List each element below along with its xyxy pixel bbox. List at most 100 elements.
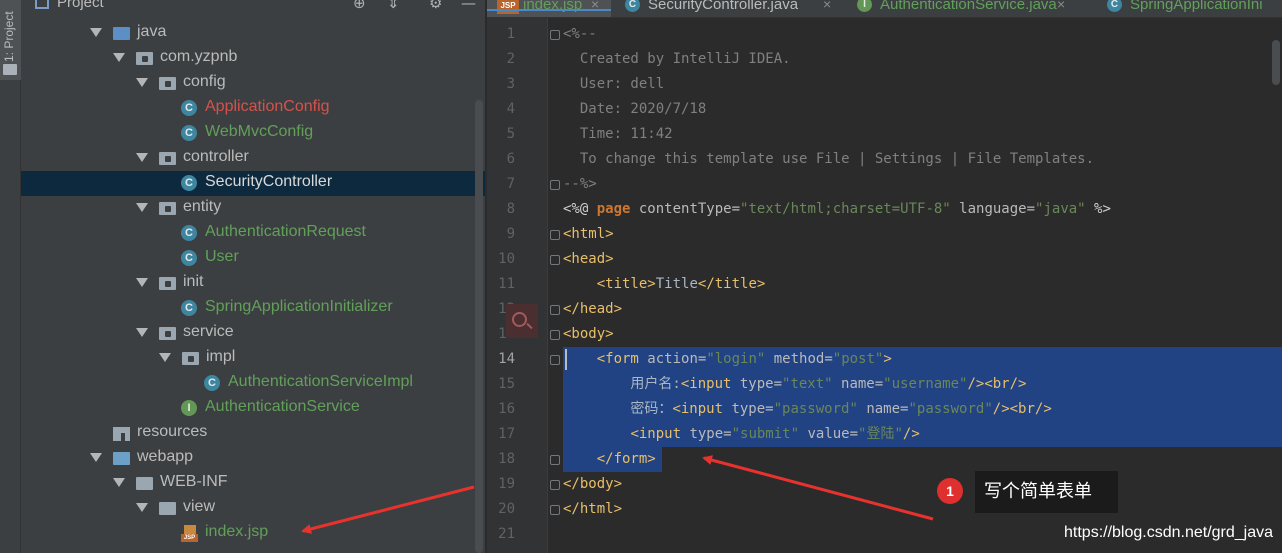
tree-item[interactable]: C SecurityController — [21, 171, 485, 196]
close-tab-icon[interactable]: × — [823, 0, 831, 12]
tree-item[interactable]: init — [21, 271, 485, 296]
code-line[interactable]: <%-- — [563, 22, 597, 47]
tree-item[interactable]: impl — [21, 346, 485, 371]
tree-item[interactable]: config — [21, 71, 485, 96]
code-token: "login" — [706, 351, 766, 367]
tree-item[interactable]: webapp — [21, 446, 485, 471]
expand-arrow-icon[interactable] — [136, 153, 148, 162]
tree-item[interactable]: java — [21, 21, 485, 46]
code-line[interactable]: User: dell — [563, 72, 664, 97]
expand-arrow-icon[interactable] — [90, 453, 102, 462]
code-line[interactable]: 密码：<input type="password" name="password… — [563, 397, 1051, 422]
editor-tab[interactable]: C SpringApplicationIni — [1097, 0, 1282, 17]
expand-arrow-icon[interactable] — [136, 503, 148, 512]
class-icon: C — [181, 225, 197, 241]
expand-arrow-icon[interactable] — [90, 28, 102, 37]
code-token: <input — [680, 376, 732, 392]
code-line[interactable]: <input type="submit" value="登陆"/> — [563, 422, 920, 447]
tree-item[interactable]: JSP index.jsp — [21, 521, 485, 546]
code-token: /> — [902, 426, 920, 442]
tree-item[interactable]: C AuthenticationServiceImpl — [21, 371, 485, 396]
editor-tab[interactable]: I AuthenticationService.java × — [847, 0, 1077, 17]
tree-item[interactable]: I AuthenticationService — [21, 396, 485, 421]
code-line[interactable]: Time: 11:42 — [563, 122, 673, 147]
code-token: "username" — [883, 376, 968, 392]
tree-item[interactable]: C AuthenticationRequest — [21, 221, 485, 246]
tree-item[interactable]: C ApplicationConfig — [21, 96, 485, 121]
tree-item-label: impl — [206, 348, 236, 365]
fold-marker-icon[interactable] — [550, 505, 560, 515]
tree-item[interactable]: C User — [21, 246, 485, 271]
tree-item[interactable]: C SpringApplicationInitializer — [21, 296, 485, 321]
search-lens-icon[interactable] — [506, 304, 538, 338]
code-line[interactable]: 用户名:<input type="text" name="username"/>… — [563, 372, 1026, 397]
code-token: Title — [655, 276, 698, 292]
class-icon: C — [181, 125, 197, 141]
line-number: 11 — [498, 276, 515, 292]
fold-marker-icon[interactable] — [550, 255, 560, 265]
project-scrollbar[interactable] — [475, 100, 483, 553]
editor-tab[interactable]: C SecurityController.java × — [615, 0, 843, 17]
code-line[interactable]: <body> — [563, 322, 614, 347]
fold-marker-icon[interactable] — [550, 30, 560, 40]
tree-item-label: resources — [137, 423, 208, 440]
tree-item[interactable]: WEB-INF — [21, 471, 485, 496]
expand-arrow-icon[interactable] — [136, 78, 148, 87]
editor-scrollbar[interactable] — [1272, 40, 1280, 85]
tree-item[interactable]: entity — [21, 196, 485, 221]
expand-arrow-icon[interactable] — [159, 353, 171, 362]
tree-item-label: SecurityController — [205, 173, 333, 190]
fold-marker-icon[interactable] — [550, 455, 560, 465]
resources-folder-icon — [113, 427, 130, 441]
tree-item[interactable]: resources — [21, 421, 485, 446]
code-line[interactable]: </form> — [563, 447, 656, 472]
code-token: action= — [638, 351, 707, 367]
editor-tab-bar: JSP index.jsp × C SecurityController.java × I A… — [487, 0, 1282, 18]
line-number: 7 — [506, 176, 515, 192]
line-number: 1 — [506, 26, 515, 42]
expand-arrow-icon[interactable] — [113, 53, 125, 62]
project-panel-title[interactable]: Project — [57, 0, 104, 11]
settings-icon[interactable]: ⚙ — [429, 0, 442, 12]
code-line[interactable]: </head> — [563, 297, 622, 322]
close-tab-icon[interactable]: × — [1057, 0, 1065, 12]
locate-icon[interactable]: ⊕ — [353, 0, 366, 12]
tree-item-label: AuthenticationServiceImpl — [228, 373, 413, 390]
tree-item[interactable]: controller — [21, 146, 485, 171]
fold-marker-icon[interactable] — [550, 355, 560, 365]
interface-icon: I — [857, 0, 872, 12]
project-tool-tab[interactable]: 1: Project — [0, 0, 21, 80]
expand-arrow-icon[interactable] — [136, 203, 148, 212]
code-token: --%> — [563, 176, 597, 192]
line-number: 19 — [498, 476, 515, 492]
project-panel: Project ⊕ ⇕ ⚙ — java com.yzpnb config C Appl… — [21, 0, 485, 553]
expand-arrow-icon[interactable] — [136, 328, 148, 337]
code-line[interactable]: </body> — [563, 472, 622, 497]
tree-item[interactable]: com.yzpnb — [21, 46, 485, 71]
code-line[interactable]: Created by IntelliJ IDEA. — [563, 47, 791, 72]
fold-marker-icon[interactable] — [550, 230, 560, 240]
code-line[interactable]: <title>Title</title> — [563, 272, 766, 297]
fold-marker-icon[interactable] — [550, 180, 560, 190]
tree-item[interactable]: view — [21, 496, 485, 521]
annotation-note: 写个简单表单 — [975, 471, 1118, 513]
code-token: type= — [723, 401, 774, 417]
expand-arrow-icon[interactable] — [113, 478, 125, 487]
hide-icon[interactable]: — — [461, 0, 476, 12]
tree-item[interactable]: C WebMvcConfig — [21, 121, 485, 146]
expand-arrow-icon[interactable] — [136, 278, 148, 287]
code-line[interactable]: To change this template use File | Setti… — [563, 147, 1094, 172]
line-number: 15 — [498, 376, 515, 392]
code-line[interactable]: <html> — [563, 222, 614, 247]
code-line[interactable]: </html> — [563, 497, 622, 522]
fold-marker-icon[interactable] — [550, 305, 560, 315]
code-line[interactable]: <%@ page contentType="text/html;charset=… — [563, 197, 1111, 222]
code-line[interactable]: --%> — [563, 172, 597, 197]
tree-item[interactable]: service — [21, 321, 485, 346]
fold-marker-icon[interactable] — [550, 330, 560, 340]
code-line[interactable]: <form action="login" method="post"> — [563, 347, 892, 372]
code-line[interactable]: <head> — [563, 247, 614, 272]
fold-marker-icon[interactable] — [550, 480, 560, 490]
collapse-icon[interactable]: ⇕ — [387, 0, 400, 12]
code-line[interactable]: Date: 2020/7/18 — [563, 97, 706, 122]
